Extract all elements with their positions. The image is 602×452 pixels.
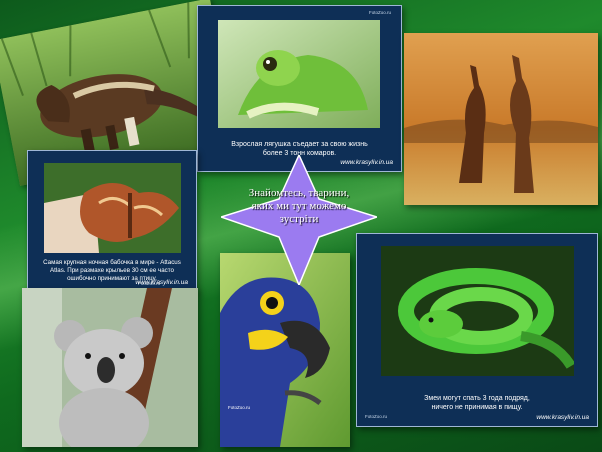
snake-card[interactable]: Змеи могут спать 3 года подряд, ничего н… (356, 233, 598, 427)
slide-canvas: FotoZoo.ru Взрослая лягушка съедает за с… (0, 0, 602, 452)
parrot-card-logo: FotoZoo.ru (228, 405, 251, 410)
snake-site-link[interactable]: www.krasyliv.in.ua (536, 414, 589, 421)
moth-photo (44, 163, 181, 253)
kangaroo-photo[interactable] (404, 33, 598, 205)
snake-card-logo: FotoZoo.ru (365, 414, 388, 419)
moth-site-link[interactable]: www.krasyliv.in.ua (135, 279, 188, 286)
frog-card[interactable]: FotoZoo.ru Взрослая лягушка съедает за с… (197, 5, 402, 172)
kangaroo-image (404, 33, 598, 205)
snake-photo (381, 246, 574, 376)
center-text: Знайомтесь, тварини, яких ми тут можемо … (248, 187, 350, 225)
koala-photo[interactable] (22, 288, 198, 447)
snake-image (381, 246, 574, 376)
frog-card-logo: FotoZoo.ru (368, 10, 391, 15)
moth-card[interactable]: Самая крупная ночная бабочка в мире - At… (27, 150, 197, 292)
frog-photo (218, 20, 380, 128)
koala-image (22, 288, 198, 447)
snake-caption: Змеи могут спать 3 года подряд, ничего н… (424, 395, 530, 411)
moth-image (44, 163, 181, 253)
frog-image (218, 20, 380, 128)
